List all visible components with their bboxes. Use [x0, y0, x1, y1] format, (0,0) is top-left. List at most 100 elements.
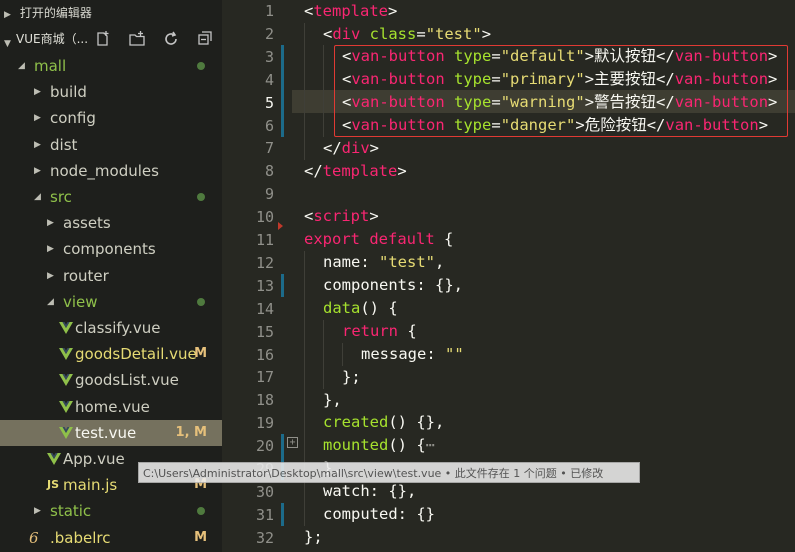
- code-line: data() {: [323, 297, 398, 320]
- tree-item[interactable]: goodsList.vue: [0, 367, 222, 393]
- code-token: return: [342, 322, 398, 340]
- tree-item[interactable]: ▶ router: [0, 263, 222, 289]
- chevron-right-icon: ▶: [4, 10, 11, 20]
- modified-indicator: [281, 45, 284, 137]
- tree-item[interactable]: ▶ node_modules: [0, 158, 222, 184]
- tree-item-label: goodsList.vue: [75, 371, 179, 390]
- tree-item[interactable]: ◢ view: [0, 289, 222, 315]
- code-token: >: [369, 139, 380, 157]
- refresh-icon[interactable]: [162, 30, 180, 48]
- line-number: 9: [264, 185, 274, 204]
- new-folder-icon[interactable]: [128, 30, 146, 48]
- tree-item[interactable]: ▶ components: [0, 236, 222, 262]
- tree-item[interactable]: home.vue: [0, 394, 222, 420]
- chevron-right-icon[interactable]: ▶: [47, 210, 54, 236]
- chevron-right-icon[interactable]: ▶: [34, 158, 41, 184]
- line-number: 6: [264, 116, 274, 135]
- code-line: </template>: [304, 160, 407, 183]
- tree-item[interactable]: ▶ static: [0, 498, 222, 524]
- tree-item-label: App.vue: [63, 450, 125, 468]
- vue-file-icon: [59, 426, 73, 439]
- tree-item-label: home.vue: [75, 397, 150, 416]
- tree-item[interactable]: ▶ config: [0, 105, 222, 131]
- line-number: 30: [255, 482, 274, 501]
- folded-ellipsis[interactable]: ⋯: [426, 436, 435, 454]
- tree-item-label: build: [50, 83, 87, 102]
- chevron-right-icon[interactable]: ▶: [47, 236, 54, 262]
- tree-item[interactable]: ◢ src: [0, 184, 222, 210]
- code-line: created() {},: [323, 411, 444, 434]
- code-token: {: [434, 230, 454, 248]
- tree-item-label: config: [50, 109, 96, 128]
- code-token: () {: [360, 299, 398, 317]
- vue-file-icon: [59, 322, 73, 334]
- open-editors-label: 打开的编辑器: [19, 6, 92, 20]
- chevron-right-icon[interactable]: ▶: [34, 498, 41, 524]
- line-number: 11: [255, 231, 274, 249]
- tree-item-label: mall: [34, 57, 67, 75]
- tree-item[interactable]: ▶ assets: [0, 210, 222, 236]
- new-file-icon[interactable]: [94, 30, 112, 48]
- code-line: watch: {},: [323, 482, 417, 500]
- tree-item[interactable]: test.vue 1, M: [0, 419, 222, 446]
- code-token: div: [332, 25, 361, 43]
- chevron-right-icon[interactable]: ▶: [34, 132, 41, 158]
- code-line: export default {: [304, 228, 453, 251]
- tree-item[interactable]: ◢ mall: [0, 53, 222, 79]
- babel-file-icon: 6: [29, 528, 39, 547]
- tree-item[interactable]: ▶ dist: [0, 132, 222, 158]
- chevron-right-icon[interactable]: ▶: [34, 105, 41, 131]
- code-token: ,: [435, 253, 445, 271]
- code-token: >: [397, 162, 407, 180]
- line-number: 20: [255, 437, 274, 456]
- tree-item-label: assets: [63, 214, 111, 233]
- chevron-down-icon[interactable]: ◢: [18, 53, 25, 79]
- git-status-badge: M: [194, 346, 207, 362]
- modified-dot-icon: [197, 193, 205, 201]
- code-line: name: "test",: [323, 251, 444, 274]
- vue-file-icon: [59, 400, 73, 413]
- code-token: >: [388, 2, 398, 20]
- tree-item[interactable]: classify.vue: [0, 315, 222, 341]
- code-token: "test": [425, 25, 482, 43]
- git-status-badge: 1, M: [175, 424, 207, 440]
- code-token: div: [341, 139, 370, 157]
- code-token: name:: [323, 253, 379, 271]
- tree-item[interactable]: ▶ build: [0, 79, 222, 105]
- code-token: <: [304, 2, 314, 20]
- open-editors-header[interactable]: ▶ 打开的编辑器: [0, 0, 222, 26]
- tree-item-label: router: [63, 266, 109, 285]
- line-number: 18: [255, 391, 274, 410]
- chevron-down-icon[interactable]: ◢: [34, 184, 41, 210]
- indent-guide: [342, 343, 343, 366]
- code-line: };: [304, 528, 323, 546]
- tree-item[interactable]: goodsDetail.vue M: [0, 341, 222, 367]
- tree-item-label: main.js: [63, 476, 118, 495]
- code-line: message: "": [361, 343, 464, 366]
- chevron-right-icon[interactable]: ▶: [47, 263, 54, 289]
- code-line: return {: [342, 320, 417, 343]
- chevron-down-icon[interactable]: ◢: [47, 289, 54, 315]
- chevron-right-icon[interactable]: ▶: [34, 79, 41, 105]
- code-token: mounted: [323, 436, 389, 454]
- tree-item-label: node_modules: [50, 161, 159, 180]
- modified-indicator: [281, 274, 284, 297]
- tree-item-label: goodsDetail.vue: [75, 345, 197, 364]
- line-number: 31: [255, 505, 274, 524]
- code-token: default: [360, 230, 435, 248]
- git-status-badge: M: [194, 529, 207, 545]
- code-token: script: [313, 207, 370, 225]
- fold-expand-icon[interactable]: +: [287, 437, 298, 448]
- code-token: template: [322, 162, 398, 180]
- code-token: "": [445, 345, 464, 363]
- code-token: <: [304, 207, 314, 225]
- code-line: computed: {}: [323, 505, 435, 523]
- line-number: 32: [255, 528, 274, 547]
- tree-item[interactable]: 6 .babelrc M: [0, 525, 222, 551]
- line-number: 7: [264, 139, 274, 158]
- code-token: </: [304, 162, 323, 180]
- collapse-all-icon[interactable]: [196, 30, 214, 48]
- code-line: },: [323, 391, 342, 409]
- vue-file-icon: [59, 348, 73, 361]
- line-number: 2: [264, 24, 274, 43]
